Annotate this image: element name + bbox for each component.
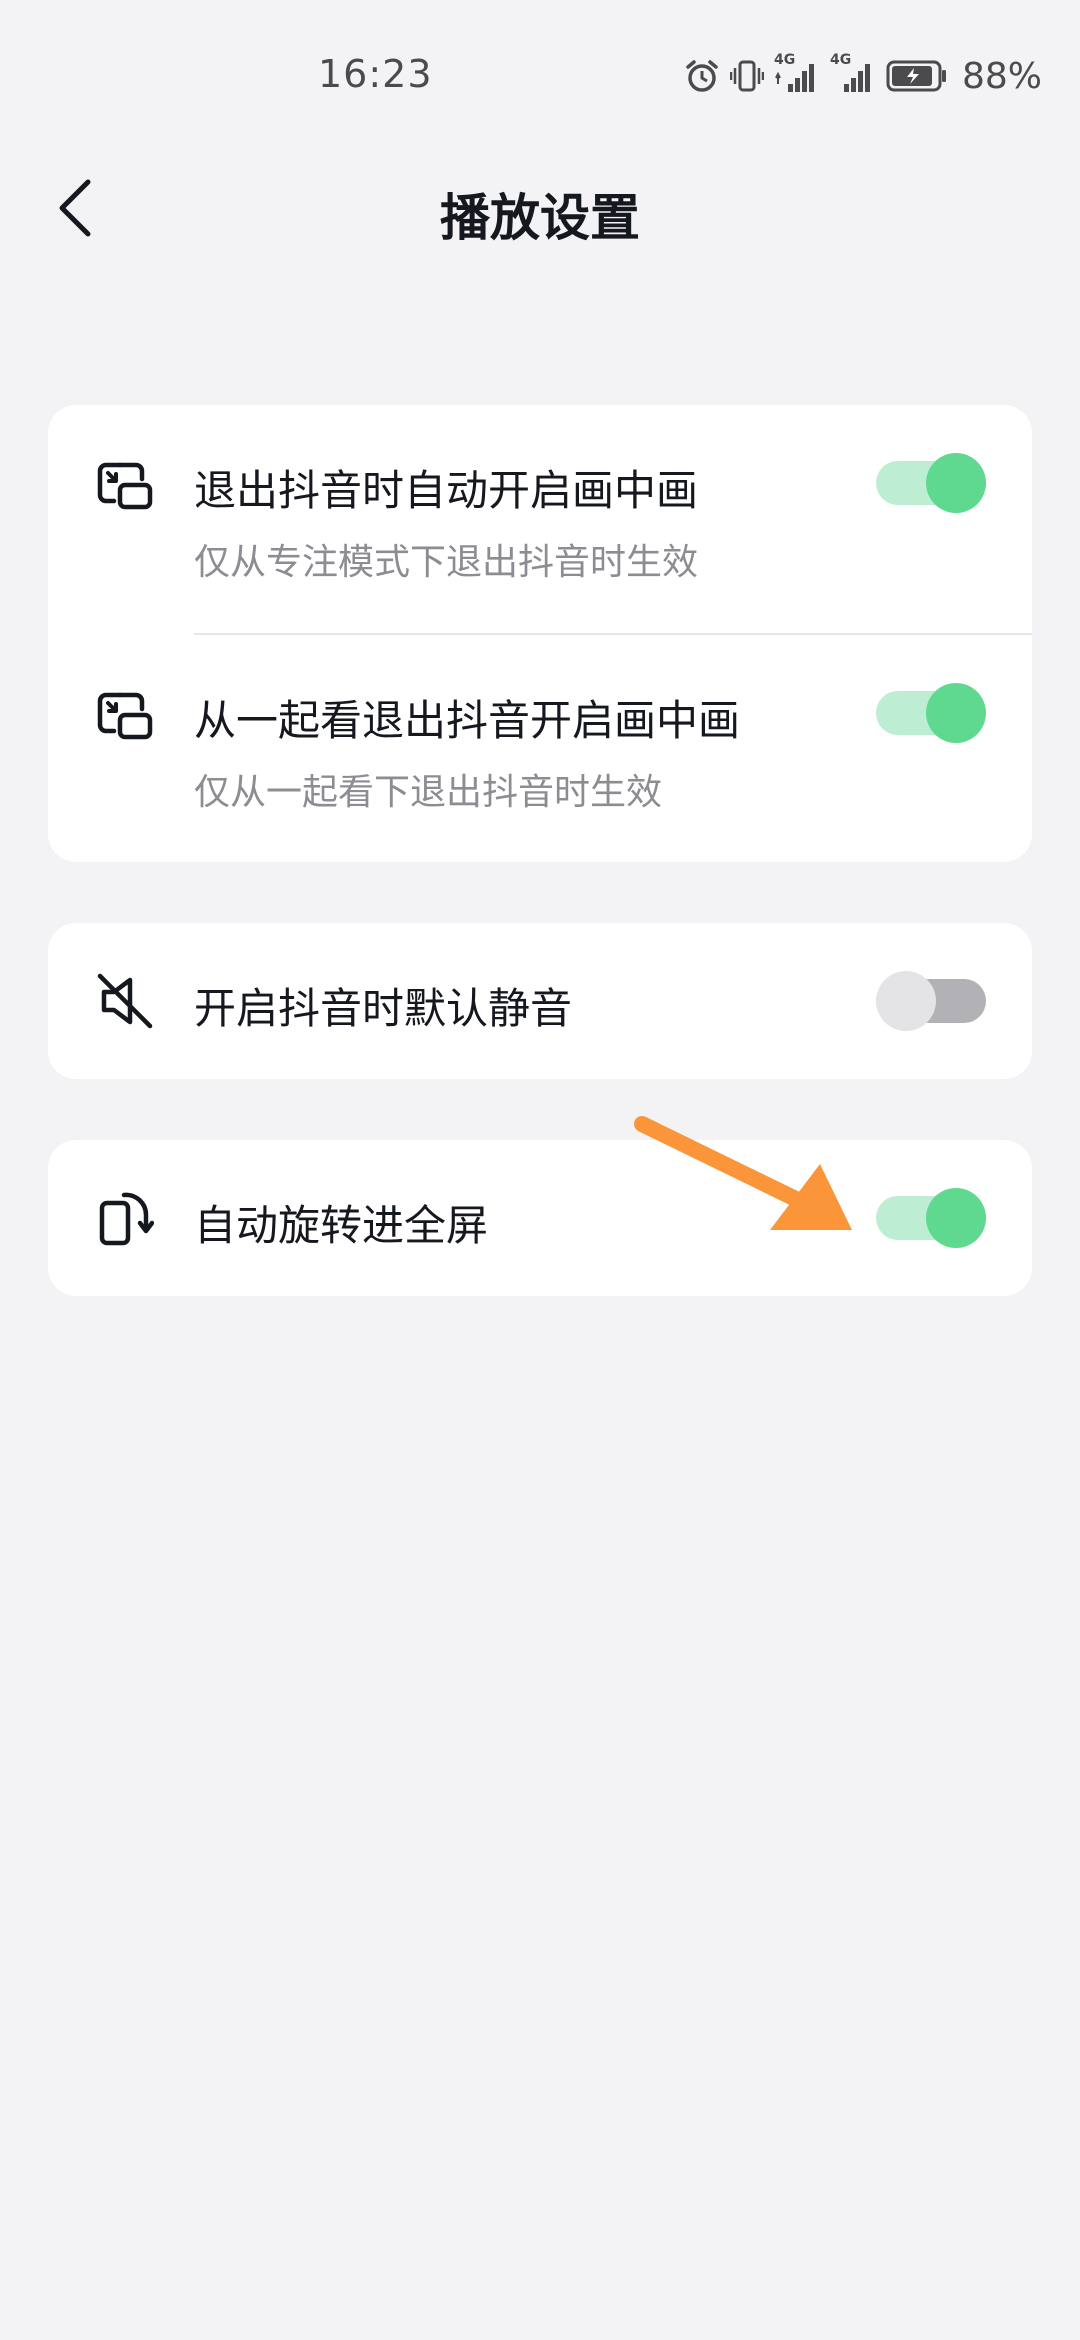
- pip-settings-card: 退出抖音时自动开启画中画 仅从专注模式下退出抖音时生效 从一起看退出抖音开启画中…: [48, 405, 1032, 862]
- setting-title: 开启抖音时默认静音: [194, 984, 573, 1033]
- picture-in-picture-icon: [97, 692, 153, 740]
- auto-pip-toggle[interactable]: [876, 453, 986, 513]
- mute-icon: [97, 973, 153, 1029]
- watch-together-pip-toggle[interactable]: [876, 683, 986, 743]
- toggle-knob: [926, 1188, 986, 1248]
- default-mute-toggle[interactable]: [876, 971, 986, 1031]
- annotation-arrow-icon: [634, 1116, 852, 1230]
- battery-percentage: 88%: [961, 55, 1042, 97]
- vibrate-icon: [729, 60, 764, 92]
- mute-settings-card: 开启抖音时默认静音: [48, 923, 1032, 1079]
- toggle-knob: [926, 453, 986, 513]
- signal-icon: 4G: [830, 52, 876, 96]
- rotate-settings-card: 自动旋转进全屏: [48, 1140, 1032, 1296]
- status-icons: 4G 4G 88%: [684, 52, 1042, 97]
- setting-row-watch-together-pip[interactable]: 从一起看退出抖音开启画中画 仅从一起看下退出抖音时生效: [48, 635, 1032, 862]
- setting-title: 从一起看退出抖音开启画中画: [194, 696, 741, 745]
- auto-rotate-toggle[interactable]: [876, 1188, 986, 1248]
- page-title: 播放设置: [440, 189, 640, 247]
- auto-rotate-icon: [99, 1192, 154, 1246]
- setting-title: 退出抖音时自动开启画中画: [194, 466, 699, 515]
- battery-icon: [886, 60, 946, 92]
- status-bar: 16:23 4G 4G 88%: [0, 0, 1080, 150]
- setting-row-auto-rotate[interactable]: 自动旋转进全屏: [48, 1140, 1032, 1296]
- picture-in-picture-icon: [97, 462, 153, 510]
- setting-row-auto-pip[interactable]: 退出抖音时自动开启画中画 仅从专注模式下退出抖音时生效: [48, 405, 1032, 633]
- header: 播放设置: [0, 150, 1080, 270]
- status-time: 16:23: [318, 52, 433, 96]
- setting-title: 自动旋转进全屏: [194, 1201, 489, 1250]
- setting-subtitle: 仅从专注模式下退出抖音时生效: [194, 542, 699, 583]
- setting-subtitle: 仅从一起看下退出抖音时生效: [194, 772, 663, 813]
- toggle-knob: [876, 971, 936, 1031]
- signal-icon: 4G: [774, 52, 820, 96]
- alarm-icon: [686, 60, 718, 92]
- toggle-knob: [926, 683, 986, 743]
- setting-row-default-mute[interactable]: 开启抖音时默认静音: [48, 923, 1032, 1079]
